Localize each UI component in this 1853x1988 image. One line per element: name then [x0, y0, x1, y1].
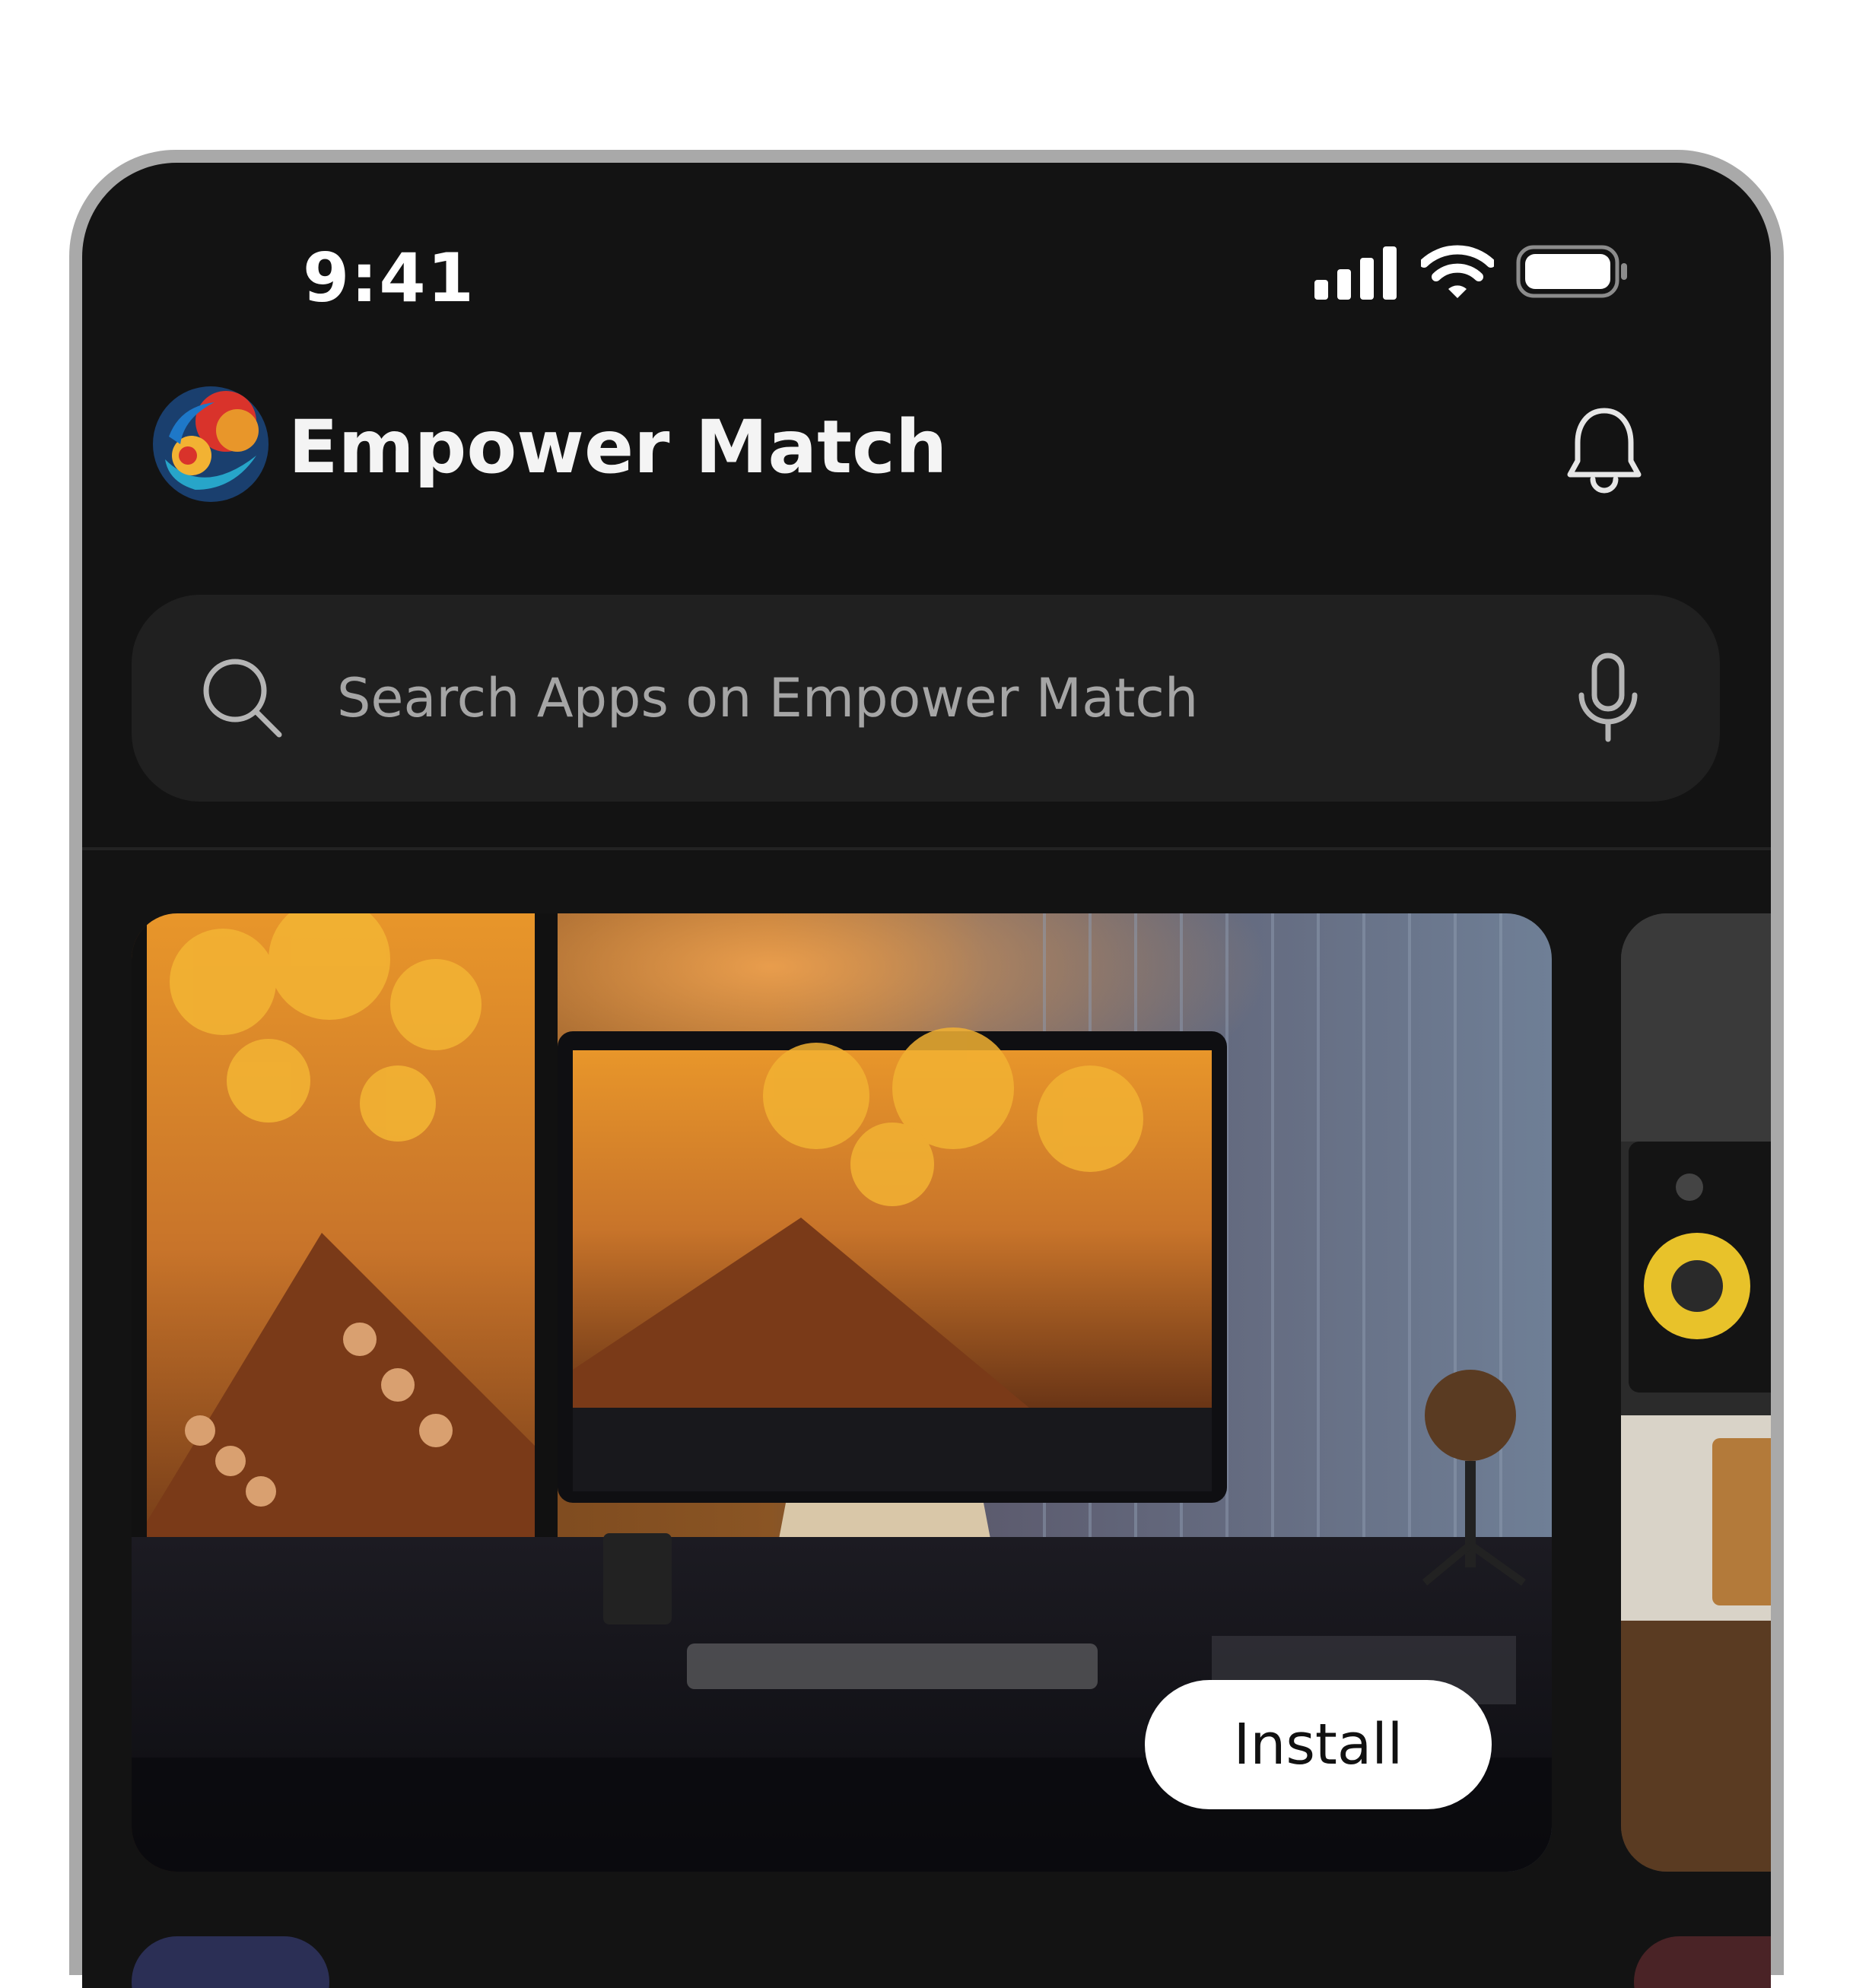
bottom-card-right[interactable]	[1634, 1936, 1771, 1988]
app-title: Empower Match	[288, 405, 948, 490]
next-card-image	[1621, 913, 1771, 1872]
app-screen: 9:41 Empower Match Search Apps on Empowe…	[82, 163, 1771, 1988]
next-app-card[interactable]	[1621, 913, 1771, 1872]
cellular-signal-icon	[1314, 246, 1398, 300]
featured-app-card[interactable]: Install	[132, 913, 1552, 1872]
battery-icon	[1516, 245, 1627, 298]
search-icon	[203, 659, 282, 738]
status-time: 9:41	[303, 239, 475, 317]
header-divider	[82, 847, 1771, 850]
wifi-icon	[1421, 245, 1494, 298]
search-bar[interactable]	[132, 595, 1720, 802]
install-button[interactable]: Install	[1145, 1680, 1492, 1809]
search-input[interactable]	[337, 595, 1478, 802]
bell-icon[interactable]	[1564, 405, 1645, 496]
app-logo-icon	[153, 386, 269, 502]
phone-frame: 9:41 Empower Match Search Apps on Empowe…	[69, 150, 1784, 1988]
bottom-card-left[interactable]	[132, 1936, 329, 1988]
microphone-icon[interactable]	[1575, 653, 1641, 744]
